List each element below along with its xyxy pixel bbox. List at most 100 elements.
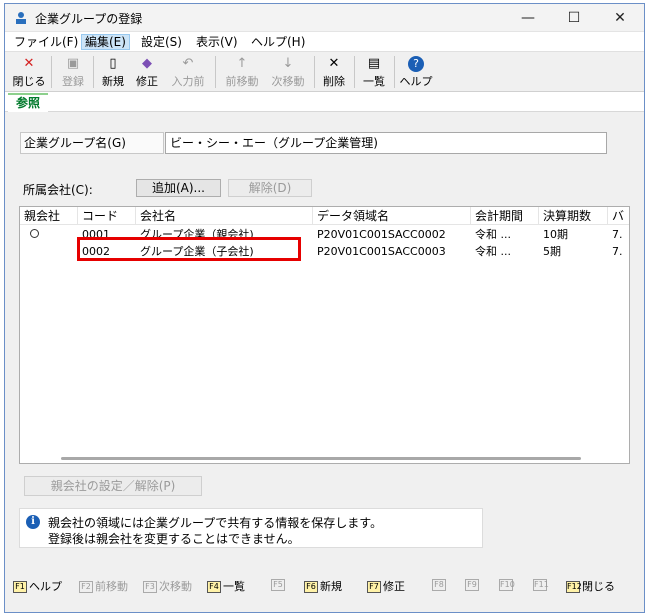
f4-list-key[interactable]: F4 一覧 [207,578,245,594]
f2-previous-key[interactable]: F2 前移動 [79,578,128,594]
help-button[interactable]: ? ヘルプ [397,54,435,90]
f10-key[interactable]: F10 [499,578,515,591]
list-button[interactable]: ▤ 一覧 [358,54,390,90]
column-header-extra[interactable]: バ [608,207,629,225]
close-window-button[interactable]: ✕ [597,4,643,32]
menu-settings[interactable]: 設定(S) [138,34,185,50]
column-header-data-area[interactable]: データ領域名 [313,207,471,225]
f1-help-key[interactable]: F1 ヘルプ [13,578,62,594]
parent-radio[interactable] [30,229,39,238]
term-cell: 5期 [543,245,561,258]
register-label: 登録 [62,75,84,88]
horizontal-scrollbar[interactable] [21,454,628,462]
f11-key[interactable]: F11 [533,578,549,591]
f8-keycap: F8 [432,579,446,591]
next-button[interactable]: ↓ 次移動 [266,54,310,90]
new-button[interactable]: ▯ 新規 [97,54,129,90]
f6-label: 新規 [320,580,342,593]
f12-close-key[interactable]: F12閉じる [566,578,615,594]
f5-key[interactable]: F5 [271,578,287,591]
modify-label: 修正 [136,75,158,88]
toolbar-separator [93,56,94,88]
f3-next-key[interactable]: F3 次移動 [143,578,192,594]
f9-keycap: F9 [465,579,479,591]
arrow-down-icon: ↓ [282,56,294,71]
list-icon: ▤ [367,56,381,71]
f3-label: 次移動 [159,580,192,593]
info-text-line-1: 親会社の領域には企業グループで共有する情報を保存します。 [48,516,383,530]
f10-keycap: F10 [499,579,515,591]
toolbar-separator [354,56,355,88]
next-label: 次移動 [271,75,305,88]
menu-bar: ファイル(F) 編集(E) 設定(S) 表示(V) ヘルプ(H) [5,32,644,52]
f7-keycap: F7 [367,581,381,593]
remove-affiliate-button[interactable]: 解除(D) [228,179,312,197]
f12-keycap: F12 [566,581,582,593]
before-input-label: 入力前 [171,75,205,88]
register-button[interactable]: ▣ 登録 [57,54,89,90]
f2-label: 前移動 [95,580,128,593]
minimize-button[interactable]: — [505,4,551,32]
app-icon [16,12,26,24]
close-button[interactable]: ✕ 閉じる [11,54,47,90]
tab-strip: 参照 [5,92,644,112]
new-document-icon: ▯ [109,56,117,71]
period-cell: 令和 ... [475,245,511,258]
scrollbar-thumb[interactable] [61,457,581,460]
register-icon: ▣ [66,56,80,71]
window-title: 企業グループの登録 [35,12,143,26]
delete-label: 削除 [323,75,345,88]
f11-keycap: F11 [533,579,549,591]
data-area-cell: P20V01C001SACC0003 [317,245,446,258]
list-label: 一覧 [363,75,385,88]
selection-highlight-box [77,237,301,261]
f9-key[interactable]: F9 [465,578,481,591]
extra-cell: 7. [612,245,623,258]
set-parent-button[interactable]: 親会社の設定／解除(P) [24,476,202,496]
f6-keycap: F6 [304,581,318,593]
group-name-field[interactable]: ビー・シー・エー（グループ企業管理) [165,132,607,154]
group-name-label: 企業グループ名(G) [20,132,164,154]
toolbar: ✕ 閉じる ▣ 登録 ▯ 新規 ◆ 修正 ↶ 入力前 ↑ 前移動 ↓ 次移動 ✕… [5,52,644,92]
column-header-term[interactable]: 決算期数 [539,207,608,225]
f4-label: 一覧 [223,580,245,593]
modify-button[interactable]: ◆ 修正 [131,54,163,90]
column-header-parent[interactable]: 親会社 [20,207,78,225]
f7-modify-key[interactable]: F7 修正 [367,578,405,594]
close-label: 閉じる [12,75,46,88]
column-header-code[interactable]: コード [78,207,136,225]
info-text-line-2: 登録後は親会社を変更することはできません。 [48,532,300,546]
before-input-button[interactable]: ↶ 入力前 [167,54,209,90]
f8-key[interactable]: F8 [432,578,448,591]
list-header: 親会社 コード 会社名 データ領域名 会計期間 決算期数 バ [20,207,629,225]
menu-help[interactable]: ヘルプ(H) [248,34,308,50]
parent-radio-cell [20,243,78,260]
affiliates-label: 所属会社(C): [23,183,93,197]
extra-cell: 7. [612,228,623,241]
delete-button[interactable]: ✕ 削除 [318,54,350,90]
title-bar: 企業グループの登録 — ☐ ✕ [5,4,644,32]
previous-button[interactable]: ↑ 前移動 [220,54,264,90]
term-cell: 10期 [543,228,568,241]
delete-icon: ✕ [328,56,340,71]
menu-edit[interactable]: 編集(E) [81,34,130,50]
column-header-period[interactable]: 会計期間 [471,207,539,225]
f6-new-key[interactable]: F6 新規 [304,578,342,594]
arrow-up-icon: ↑ [236,56,248,71]
main-content: 企業グループ名(G) ビー・シー・エー（グループ企業管理) 所属会社(C): 追… [5,114,644,569]
parent-radio-cell[interactable] [20,226,78,243]
toolbar-separator [51,56,52,88]
toolbar-separator [394,56,395,88]
help-label: ヘルプ [399,75,433,88]
menu-view[interactable]: 表示(V) [193,34,241,50]
tab-reference[interactable]: 参照 [8,93,48,112]
help-icon: ? [408,56,424,72]
column-header-company-name[interactable]: 会社名 [136,207,313,225]
f3-keycap: F3 [143,581,157,593]
maximize-button[interactable]: ☐ [551,4,597,32]
add-affiliate-button[interactable]: 追加(A)... [136,179,221,197]
function-key-bar: F1 ヘルプ F2 前移動 F3 次移動 F4 一覧 F5 F6 新規 F7 修正 F8 F… [5,572,644,598]
new-label: 新規 [102,75,124,88]
app-window: 企業グループの登録 — ☐ ✕ ファイル(F) 編集(E) 設定(S) 表示(V… [4,3,645,613]
menu-file[interactable]: ファイル(F) [11,34,81,50]
